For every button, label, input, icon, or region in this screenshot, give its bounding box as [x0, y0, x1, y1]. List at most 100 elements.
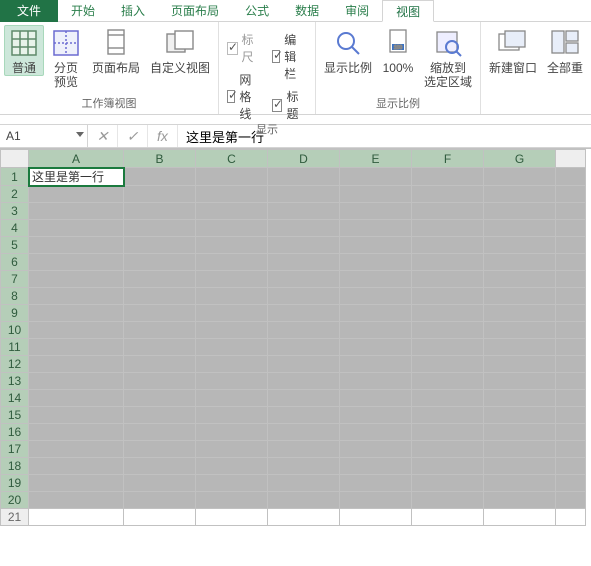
cell[interactable]: [196, 305, 268, 322]
cell[interactable]: [268, 441, 340, 458]
row-header[interactable]: 5: [1, 237, 29, 254]
cell[interactable]: [340, 390, 412, 407]
cell[interactable]: [196, 288, 268, 305]
cell[interactable]: [196, 424, 268, 441]
cell[interactable]: [196, 168, 268, 186]
cell[interactable]: [29, 407, 124, 424]
tab-formula[interactable]: 公式: [232, 0, 282, 22]
cell[interactable]: [412, 509, 484, 526]
cell[interactable]: [124, 322, 196, 339]
row-header[interactable]: 16: [1, 424, 29, 441]
cell[interactable]: [556, 220, 586, 237]
cell[interactable]: [196, 339, 268, 356]
gridlines-checkbox[interactable]: 网格线: [227, 71, 260, 122]
cell[interactable]: [556, 458, 586, 475]
cell[interactable]: [29, 441, 124, 458]
cell[interactable]: [412, 356, 484, 373]
row-header[interactable]: 15: [1, 407, 29, 424]
cell[interactable]: [412, 339, 484, 356]
cell[interactable]: [124, 237, 196, 254]
zoom-to-selection-button[interactable]: 缩放到 选定区域: [420, 25, 476, 89]
col-header[interactable]: C: [196, 150, 268, 168]
cell[interactable]: [268, 305, 340, 322]
cell[interactable]: [484, 407, 556, 424]
cell[interactable]: [412, 271, 484, 288]
cell[interactable]: [340, 288, 412, 305]
select-all-corner[interactable]: [1, 150, 29, 168]
cancel-icon[interactable]: ✕: [88, 125, 118, 147]
cell[interactable]: [268, 475, 340, 492]
cell[interactable]: [340, 509, 412, 526]
cell[interactable]: [556, 237, 586, 254]
cell[interactable]: [268, 390, 340, 407]
cell[interactable]: [556, 356, 586, 373]
cell[interactable]: [412, 237, 484, 254]
cell[interactable]: [29, 509, 124, 526]
col-header[interactable]: D: [268, 150, 340, 168]
cell[interactable]: [340, 475, 412, 492]
cell[interactable]: [484, 254, 556, 271]
cell[interactable]: [196, 492, 268, 509]
cell[interactable]: [484, 322, 556, 339]
cell[interactable]: [340, 424, 412, 441]
cell[interactable]: [196, 458, 268, 475]
cell[interactable]: [484, 288, 556, 305]
cell[interactable]: [29, 458, 124, 475]
cell[interactable]: [196, 322, 268, 339]
cell[interactable]: [412, 168, 484, 186]
cell[interactable]: [340, 203, 412, 220]
cell[interactable]: [556, 441, 586, 458]
cell[interactable]: [340, 186, 412, 203]
cell[interactable]: [340, 407, 412, 424]
cell[interactable]: [484, 390, 556, 407]
cell[interactable]: [484, 356, 556, 373]
cell[interactable]: [556, 373, 586, 390]
cell[interactable]: [196, 475, 268, 492]
cell[interactable]: [556, 288, 586, 305]
row-header[interactable]: 20: [1, 492, 29, 509]
cell[interactable]: [556, 424, 586, 441]
cell[interactable]: [556, 407, 586, 424]
cell[interactable]: [556, 390, 586, 407]
cell[interactable]: [268, 339, 340, 356]
cell[interactable]: [29, 356, 124, 373]
cell[interactable]: [484, 305, 556, 322]
cell[interactable]: [29, 322, 124, 339]
cell[interactable]: [268, 356, 340, 373]
cell[interactable]: [196, 237, 268, 254]
enter-icon[interactable]: ✓: [118, 125, 148, 147]
row-header[interactable]: 9: [1, 305, 29, 322]
cell[interactable]: [124, 424, 196, 441]
cell[interactable]: [556, 168, 586, 186]
page-layout-button[interactable]: 页面布局: [88, 25, 144, 75]
cell[interactable]: [124, 458, 196, 475]
cell[interactable]: [124, 390, 196, 407]
page-break-preview-button[interactable]: 分页 预览: [46, 25, 86, 89]
tab-insert[interactable]: 插入: [108, 0, 158, 22]
row-header[interactable]: 2: [1, 186, 29, 203]
col-header[interactable]: F: [412, 150, 484, 168]
cell[interactable]: [268, 424, 340, 441]
cell[interactable]: [412, 220, 484, 237]
cell[interactable]: [29, 339, 124, 356]
tab-view[interactable]: 视图: [382, 0, 434, 22]
row-header[interactable]: 7: [1, 271, 29, 288]
row-header[interactable]: 8: [1, 288, 29, 305]
arrange-all-button[interactable]: 全部重: [543, 25, 587, 75]
cell[interactable]: [412, 492, 484, 509]
cell[interactable]: [268, 509, 340, 526]
cell[interactable]: [484, 168, 556, 186]
cell[interactable]: [340, 305, 412, 322]
cell[interactable]: [556, 475, 586, 492]
cell[interactable]: [29, 271, 124, 288]
cell[interactable]: [196, 407, 268, 424]
row-header[interactable]: 1: [1, 168, 29, 186]
cell[interactable]: [268, 168, 340, 186]
cell[interactable]: [196, 186, 268, 203]
cell[interactable]: [124, 305, 196, 322]
row-header[interactable]: 10: [1, 322, 29, 339]
row-header[interactable]: 19: [1, 475, 29, 492]
cell[interactable]: [124, 509, 196, 526]
cell[interactable]: [484, 509, 556, 526]
cell[interactable]: [268, 203, 340, 220]
